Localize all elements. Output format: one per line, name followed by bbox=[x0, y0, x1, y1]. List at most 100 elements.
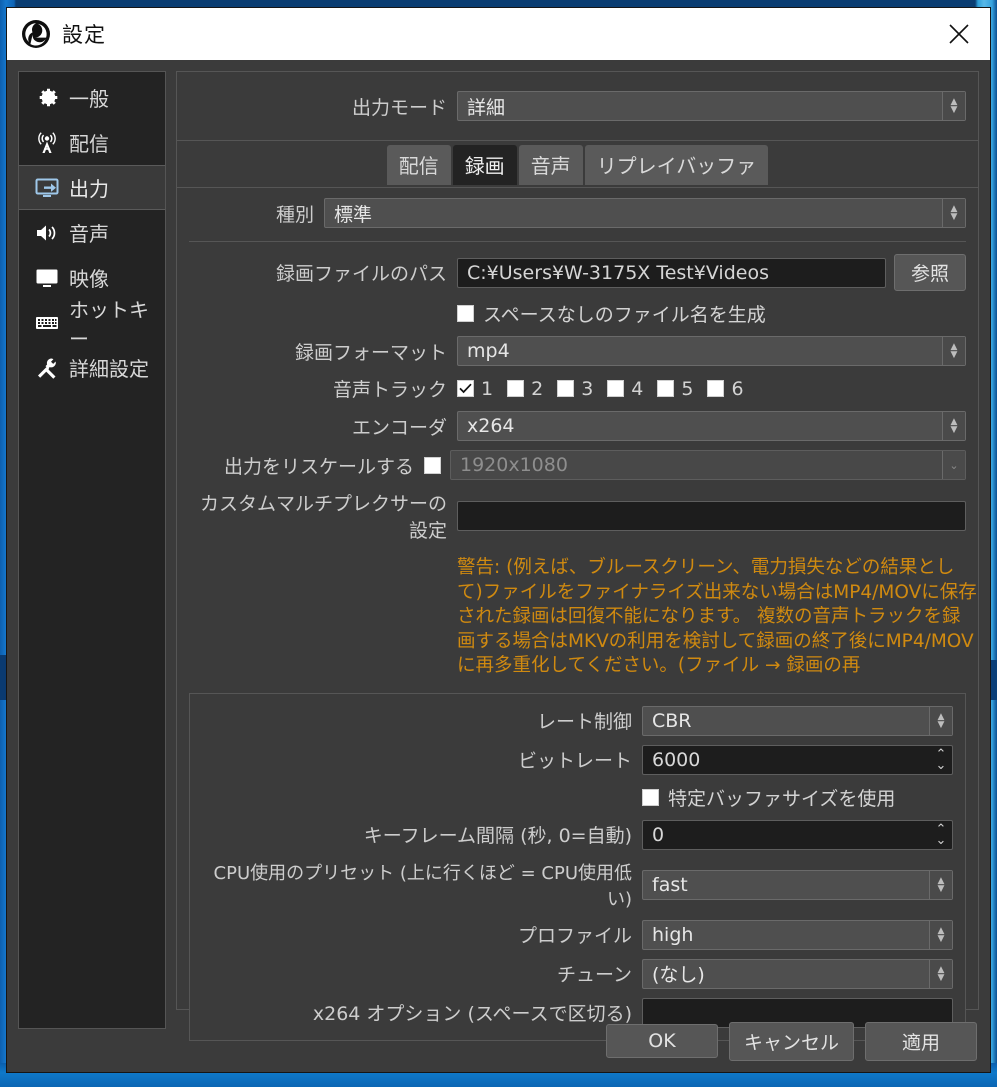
settings-panel: 出力モード 詳細 ▲ ▼ 配信 録画 音声 リプレイバッファ 種別 標準 ▲ ▼… bbox=[176, 71, 979, 1041]
audio-track-6-checkbox[interactable] bbox=[707, 380, 725, 397]
sidebar-item-label: 配信 bbox=[69, 132, 109, 156]
audio-track-6[interactable]: 6 bbox=[707, 378, 744, 400]
chevron-updown-icon[interactable]: ▲ ▼ bbox=[929, 706, 952, 735]
record-format-label: 録画フォーマット bbox=[294, 341, 447, 364]
custom-muxer-input[interactable] bbox=[457, 501, 966, 531]
profile-select[interactable]: high ▲ ▼ bbox=[642, 919, 953, 950]
tab-replay-buffer[interactable]: リプレイバッファ bbox=[584, 145, 769, 185]
rescale-output-checkbox[interactable] bbox=[424, 456, 441, 474]
recording-warning-text: 警告: (例えば、ブルースクリーン、電力損失などの結果として)ファイルをファイナ… bbox=[457, 557, 977, 677]
rate-control-select[interactable]: CBR ▲ ▼ bbox=[642, 705, 953, 736]
cpu-preset-row: CPU使用のプリセット (上に行くほど = CPU使用低い) fast ▲ ▼ bbox=[202, 859, 953, 911]
encoder-settings-group: レート制御 CBR ▲ ▼ ビットレート 6000 ⌃ ⌄ 特定バッファサイズを… bbox=[189, 692, 966, 1041]
rate-control-value: CBR bbox=[652, 709, 692, 732]
keyframe-interval-input[interactable]: 0 ⌃ ⌄ bbox=[642, 819, 953, 850]
chevron-updown-icon[interactable]: ▲ ▼ bbox=[929, 870, 952, 899]
record-path-input[interactable]: C:¥Users¥W-3175X Test¥Videos bbox=[457, 257, 886, 288]
sidebar-item-label: 一般 bbox=[69, 87, 109, 111]
audio-tracks-label: 音声トラック bbox=[332, 379, 447, 401]
tune-select[interactable]: (なし) ▲ ▼ bbox=[642, 958, 953, 989]
record-type-select[interactable]: 標準 ▲ ▼ bbox=[324, 198, 966, 228]
record-format-select[interactable]: mp4 ▲ ▼ bbox=[457, 336, 966, 366]
sidebar-item-label: 音声 bbox=[69, 222, 109, 246]
sidebar-item-advanced[interactable]: 詳細設定 bbox=[19, 345, 165, 390]
cpu-preset-label: CPU使用のプリセット (上に行くほど = CPU使用低い) bbox=[213, 862, 632, 910]
nospace-filename-checkbox[interactable] bbox=[457, 305, 474, 322]
rescale-output-label: 出力をリスケールする bbox=[223, 455, 414, 478]
spinner-updown-icon[interactable]: ⌃ ⌄ bbox=[931, 822, 951, 848]
audio-track-1-checkbox[interactable] bbox=[457, 380, 474, 397]
audio-track-3[interactable]: 3 bbox=[557, 378, 593, 400]
encoder-select[interactable]: x264 ▲ ▼ bbox=[457, 411, 966, 441]
sidebar-item-label: 詳細設定 bbox=[69, 357, 149, 381]
chevron-updown-icon[interactable]: ▲ ▼ bbox=[942, 92, 965, 120]
monitor-icon bbox=[28, 265, 66, 291]
output-monitor-icon bbox=[28, 175, 66, 201]
bitrate-label: ビットレート bbox=[517, 750, 632, 773]
tab-stream[interactable]: 配信 bbox=[386, 145, 451, 185]
audio-track-2-number: 2 bbox=[531, 377, 544, 400]
sidebar-item-stream[interactable]: 配信 bbox=[19, 120, 165, 165]
rate-control-row: レート制御 CBR ▲ ▼ bbox=[202, 705, 953, 736]
audio-track-1[interactable]: 1 bbox=[457, 378, 493, 400]
audio-track-2-checkbox[interactable] bbox=[507, 380, 525, 397]
sidebar-item-label: 出力 bbox=[69, 177, 109, 201]
custom-buffer-checkbox[interactable] bbox=[642, 788, 659, 806]
sidebar-item-label: 映像 bbox=[69, 267, 109, 291]
audio-track-3-checkbox[interactable] bbox=[557, 380, 575, 397]
tune-label: チューン bbox=[556, 964, 632, 987]
cpu-preset-select[interactable]: fast ▲ ▼ bbox=[642, 869, 953, 900]
bitrate-input[interactable]: 6000 ⌃ ⌄ bbox=[642, 744, 953, 775]
audio-track-4[interactable]: 4 bbox=[607, 378, 643, 400]
chevron-updown-icon[interactable]: ▲ ▼ bbox=[942, 412, 965, 440]
bitrate-row: ビットレート 6000 ⌃ ⌄ bbox=[202, 744, 953, 775]
audio-track-5[interactable]: 5 bbox=[657, 378, 693, 400]
output-mode-group: 出力モード 詳細 ▲ ▼ bbox=[176, 71, 979, 141]
audio-track-2[interactable]: 2 bbox=[507, 378, 543, 400]
custom-muxer-label: カスタムマルチプレクサーの設定 bbox=[199, 493, 447, 542]
apply-button[interactable]: 適用 bbox=[865, 1021, 977, 1061]
chevron-updown-icon[interactable]: ▲ ▼ bbox=[929, 959, 952, 988]
audio-tracks-group: 1 2 3 4 5 6 bbox=[457, 378, 758, 400]
custom-buffer-label: 特定バッファサイズを使用 bbox=[668, 787, 896, 810]
nospace-filename-row: スペースなしのファイル名を生成 bbox=[189, 300, 966, 327]
audio-track-1-number: 1 bbox=[481, 377, 494, 400]
rate-control-label: レート制御 bbox=[536, 711, 632, 734]
spinner-updown-icon[interactable]: ⌃ ⌄ bbox=[931, 747, 951, 773]
ok-button[interactable]: OK bbox=[605, 1024, 718, 1058]
sidebar-item-output[interactable]: 出力 bbox=[19, 165, 165, 210]
rescale-output-row: 出力をリスケールする 1920x1080 ⌄ bbox=[189, 450, 966, 480]
title-bar: 設定 bbox=[7, 8, 990, 60]
chevron-updown-icon[interactable]: ▲ ▼ bbox=[942, 337, 965, 365]
encoder-label: エンコーダ bbox=[351, 416, 447, 439]
record-path-row: 録画ファイルのパス C:¥Users¥W-3175X Test¥Videos 参… bbox=[189, 254, 966, 291]
output-mode-select[interactable]: 詳細 ▲ ▼ bbox=[457, 91, 966, 121]
chevron-down-icon: ⌄ bbox=[942, 451, 965, 479]
settings-sidebar: 一般 配信 出力 音声 映像 ホットキー 詳細設定 bbox=[18, 71, 166, 1029]
sidebar-item-audio[interactable]: 音声 bbox=[19, 210, 165, 255]
audio-track-5-checkbox[interactable] bbox=[657, 380, 675, 397]
keyframe-interval-row: キーフレーム間隔 (秒, 0=自動) 0 ⌃ ⌄ bbox=[202, 819, 953, 850]
encoder-row: エンコーダ x264 ▲ ▼ bbox=[189, 411, 966, 441]
audio-track-3-number: 3 bbox=[581, 377, 594, 400]
record-path-label: 録画ファイルのパス bbox=[275, 263, 447, 285]
cancel-button[interactable]: キャンセル bbox=[728, 1021, 854, 1061]
browse-button[interactable]: 参照 bbox=[893, 254, 966, 291]
audio-track-5-number: 5 bbox=[681, 377, 694, 400]
sidebar-item-label: ホットキー bbox=[69, 297, 149, 351]
window-title: 設定 bbox=[62, 23, 106, 47]
profile-value: high bbox=[652, 923, 694, 946]
audio-track-4-number: 4 bbox=[631, 377, 644, 400]
chevron-updown-icon[interactable]: ▲ ▼ bbox=[929, 920, 952, 949]
recording-settings-content: 種別 標準 ▲ ▼ 録画ファイルのパス C:¥Users¥W-3175X Test… bbox=[176, 188, 979, 1041]
close-icon[interactable] bbox=[928, 8, 990, 60]
tab-audio[interactable]: 音声 bbox=[518, 145, 583, 185]
gear-icon bbox=[28, 85, 66, 111]
sidebar-item-general[interactable]: 一般 bbox=[19, 75, 165, 120]
sidebar-item-hotkeys[interactable]: ホットキー bbox=[19, 298, 165, 351]
speaker-icon bbox=[28, 220, 66, 246]
output-mode-label: 出力モード bbox=[351, 96, 447, 119]
tab-recording[interactable]: 録画 bbox=[452, 145, 517, 185]
chevron-updown-icon[interactable]: ▲ ▼ bbox=[942, 199, 965, 227]
audio-track-4-checkbox[interactable] bbox=[607, 380, 625, 397]
